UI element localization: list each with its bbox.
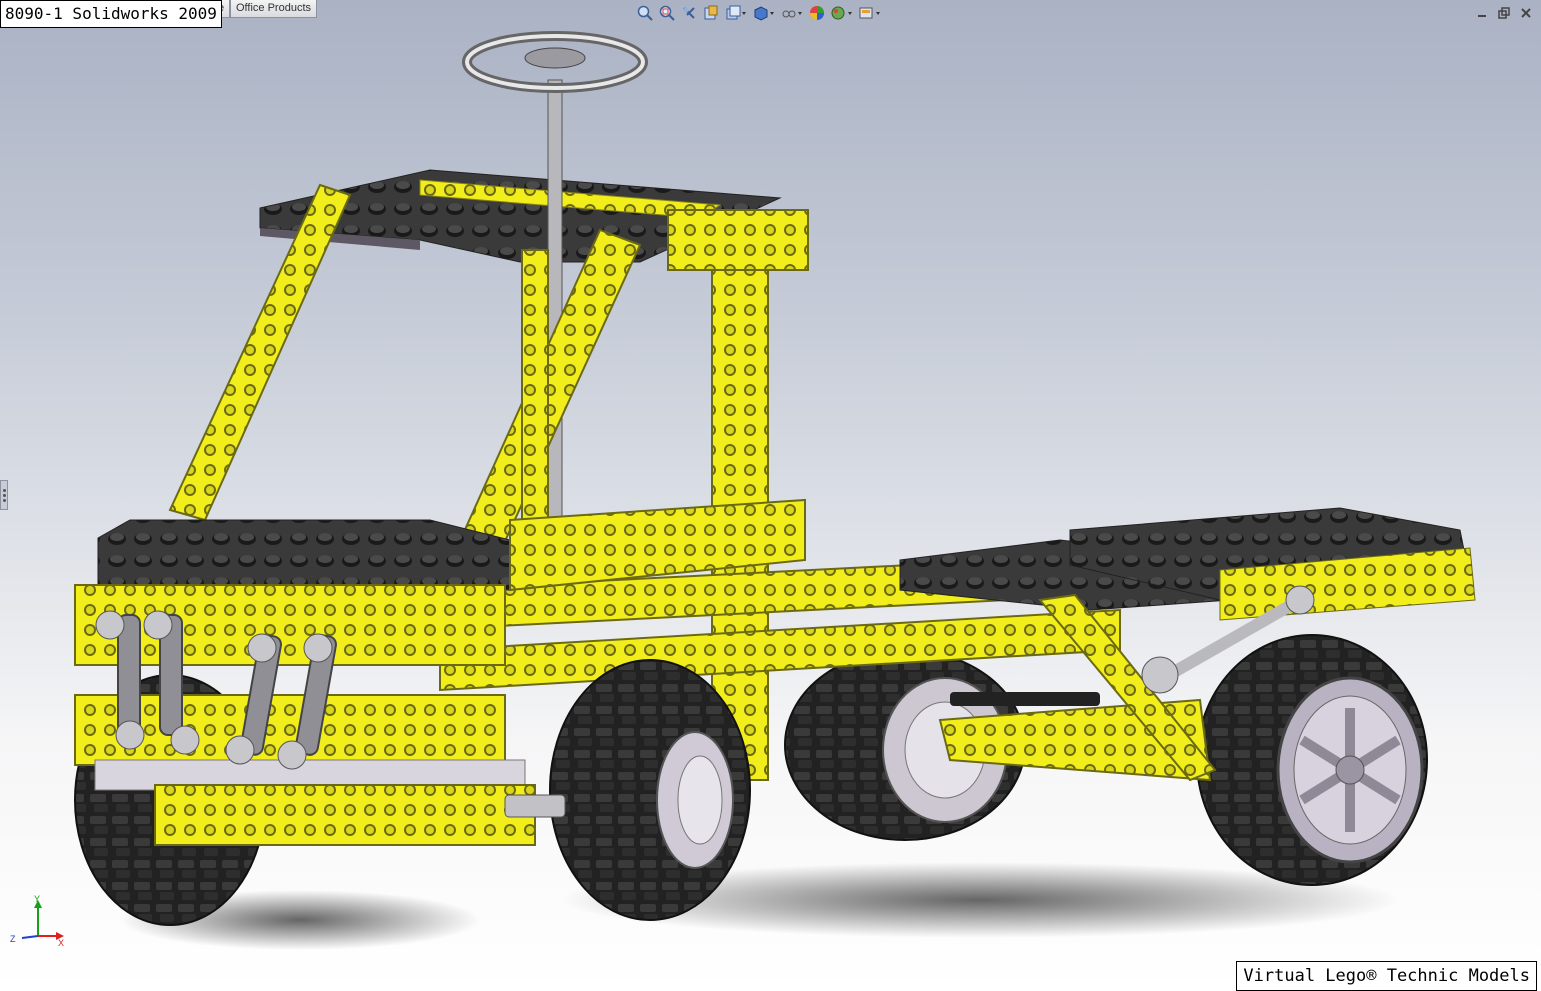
triad-z-label: Z xyxy=(10,934,16,944)
watermark-caption: Virtual Lego® Technic Models xyxy=(1236,961,1537,991)
section-view-icon[interactable] xyxy=(702,4,720,22)
previous-view-icon[interactable] xyxy=(680,4,698,22)
zoom-to-area-icon[interactable] xyxy=(658,4,676,22)
apply-scene-icon[interactable] xyxy=(830,4,854,22)
wheel-front-near xyxy=(504,659,751,921)
rear-deck xyxy=(899,507,1476,621)
model-viewport[interactable] xyxy=(0,0,1541,991)
view-settings-icon[interactable] xyxy=(858,4,882,22)
document-tab-strip: e Office Products xyxy=(212,0,317,18)
hide-show-items-icon[interactable] xyxy=(780,4,804,22)
tab-office-products[interactable]: Office Products xyxy=(230,0,317,18)
window-title-label: 8090-1 Solidworks 2009 xyxy=(0,0,222,28)
triad-y-label: Y xyxy=(34,894,40,904)
panel-collapse-handle[interactable] xyxy=(0,480,8,510)
wheel-rear-front xyxy=(1196,634,1428,886)
heads-up-view-toolbar xyxy=(636,4,882,22)
triad-x-label: X xyxy=(58,938,64,948)
edit-appearance-icon[interactable] xyxy=(808,4,826,22)
restore-icon[interactable] xyxy=(1497,6,1511,20)
reference-triad: Y X Z xyxy=(10,894,64,948)
window-controls xyxy=(1475,6,1533,20)
minimize-icon[interactable] xyxy=(1475,6,1489,20)
display-style-icon[interactable] xyxy=(752,4,776,22)
zoom-to-fit-icon[interactable] xyxy=(636,4,654,22)
close-icon[interactable] xyxy=(1519,6,1533,20)
view-orientation-icon[interactable] xyxy=(724,4,748,22)
